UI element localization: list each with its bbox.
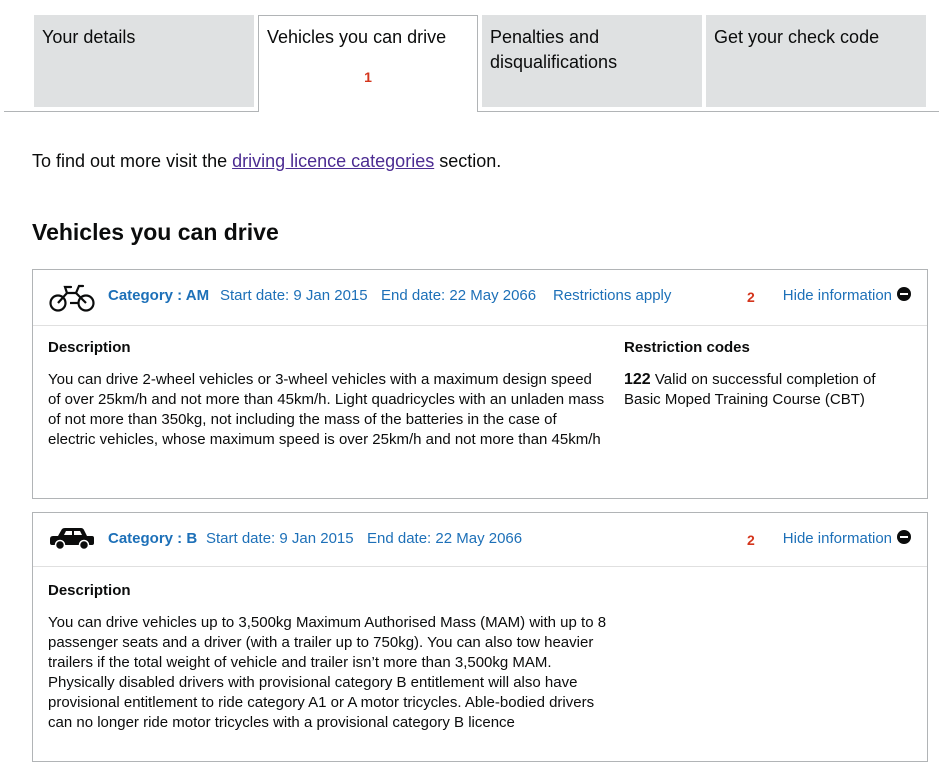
category-card-am: Category : AM Start date: 9 Jan 2015 End… [32,269,928,499]
end-date: End date: 22 May 2066 [367,530,523,547]
licence-categories-link[interactable]: driving licence categories [232,151,434,171]
intro-suffix: section. [434,151,502,171]
start-date: Start date: 9 Jan 2015 [220,287,368,304]
description-title: Description [48,582,131,599]
intro-text: To find out more visit the driving licen… [32,149,501,174]
restriction-code: 122 [624,371,651,388]
hide-information-label: Hide information [782,530,892,547]
restriction-item: 122 Valid on successful completion of Ba… [624,370,904,410]
tab-label: Your details [42,27,136,47]
category-label: Category : B [108,530,198,547]
car-icon [50,528,94,551]
hide-information-label: Hide information [782,287,892,304]
category-label: Category : AM [108,287,210,304]
end-date: End date: 22 May 2066 [381,287,537,304]
description-text: You can drive 2-wheel vehicles or 3-whee… [48,371,605,448]
tab-label: Get your check code [714,27,880,47]
minus-circle-icon [897,287,911,301]
category-card-b: Category : B Start date: 9 Jan 2015 End … [32,512,928,762]
hide-information-link[interactable]: Hide information [783,286,911,306]
restriction-text: Valid on successful completion of Basic … [624,371,876,408]
start-date: Start date: 9 Jan 2015 [206,530,354,547]
description-text: You can drive vehicles up to 3,500kg Max… [48,614,607,731]
tab-label: Vehicles you can drive [267,27,447,47]
minus-circle-icon [897,530,911,544]
tab-label: Penalties and disqualifications [490,27,618,72]
annotation-badge: 1 [364,69,372,85]
restrictions-apply: Restrictions apply [553,287,672,304]
restriction-codes-title: Restriction codes [624,339,750,356]
intro-prefix: To find out more visit the [32,151,233,171]
annotation-badge: 2 [747,532,755,548]
category-header[interactable]: Category : AM Start date: 9 Jan 2015 End… [33,270,927,326]
category-header[interactable]: Category : B Start date: 9 Jan 2015 End … [33,513,927,567]
annotation-badge: 2 [747,289,755,305]
tab-penalties[interactable]: Penalties and disqualifications [482,15,702,107]
moped-icon [49,284,95,312]
tab-list: Your details Vehicles you can drive 1 Pe… [4,0,939,112]
page-title: Vehicles you can drive [32,219,279,245]
tab-check-code[interactable]: Get your check code [706,15,926,107]
tab-vehicles-you-can-drive[interactable]: Vehicles you can drive 1 [258,15,478,112]
hide-information-link[interactable]: Hide information [783,529,911,549]
tab-your-details[interactable]: Your details [34,15,254,107]
description-title: Description [48,339,131,356]
